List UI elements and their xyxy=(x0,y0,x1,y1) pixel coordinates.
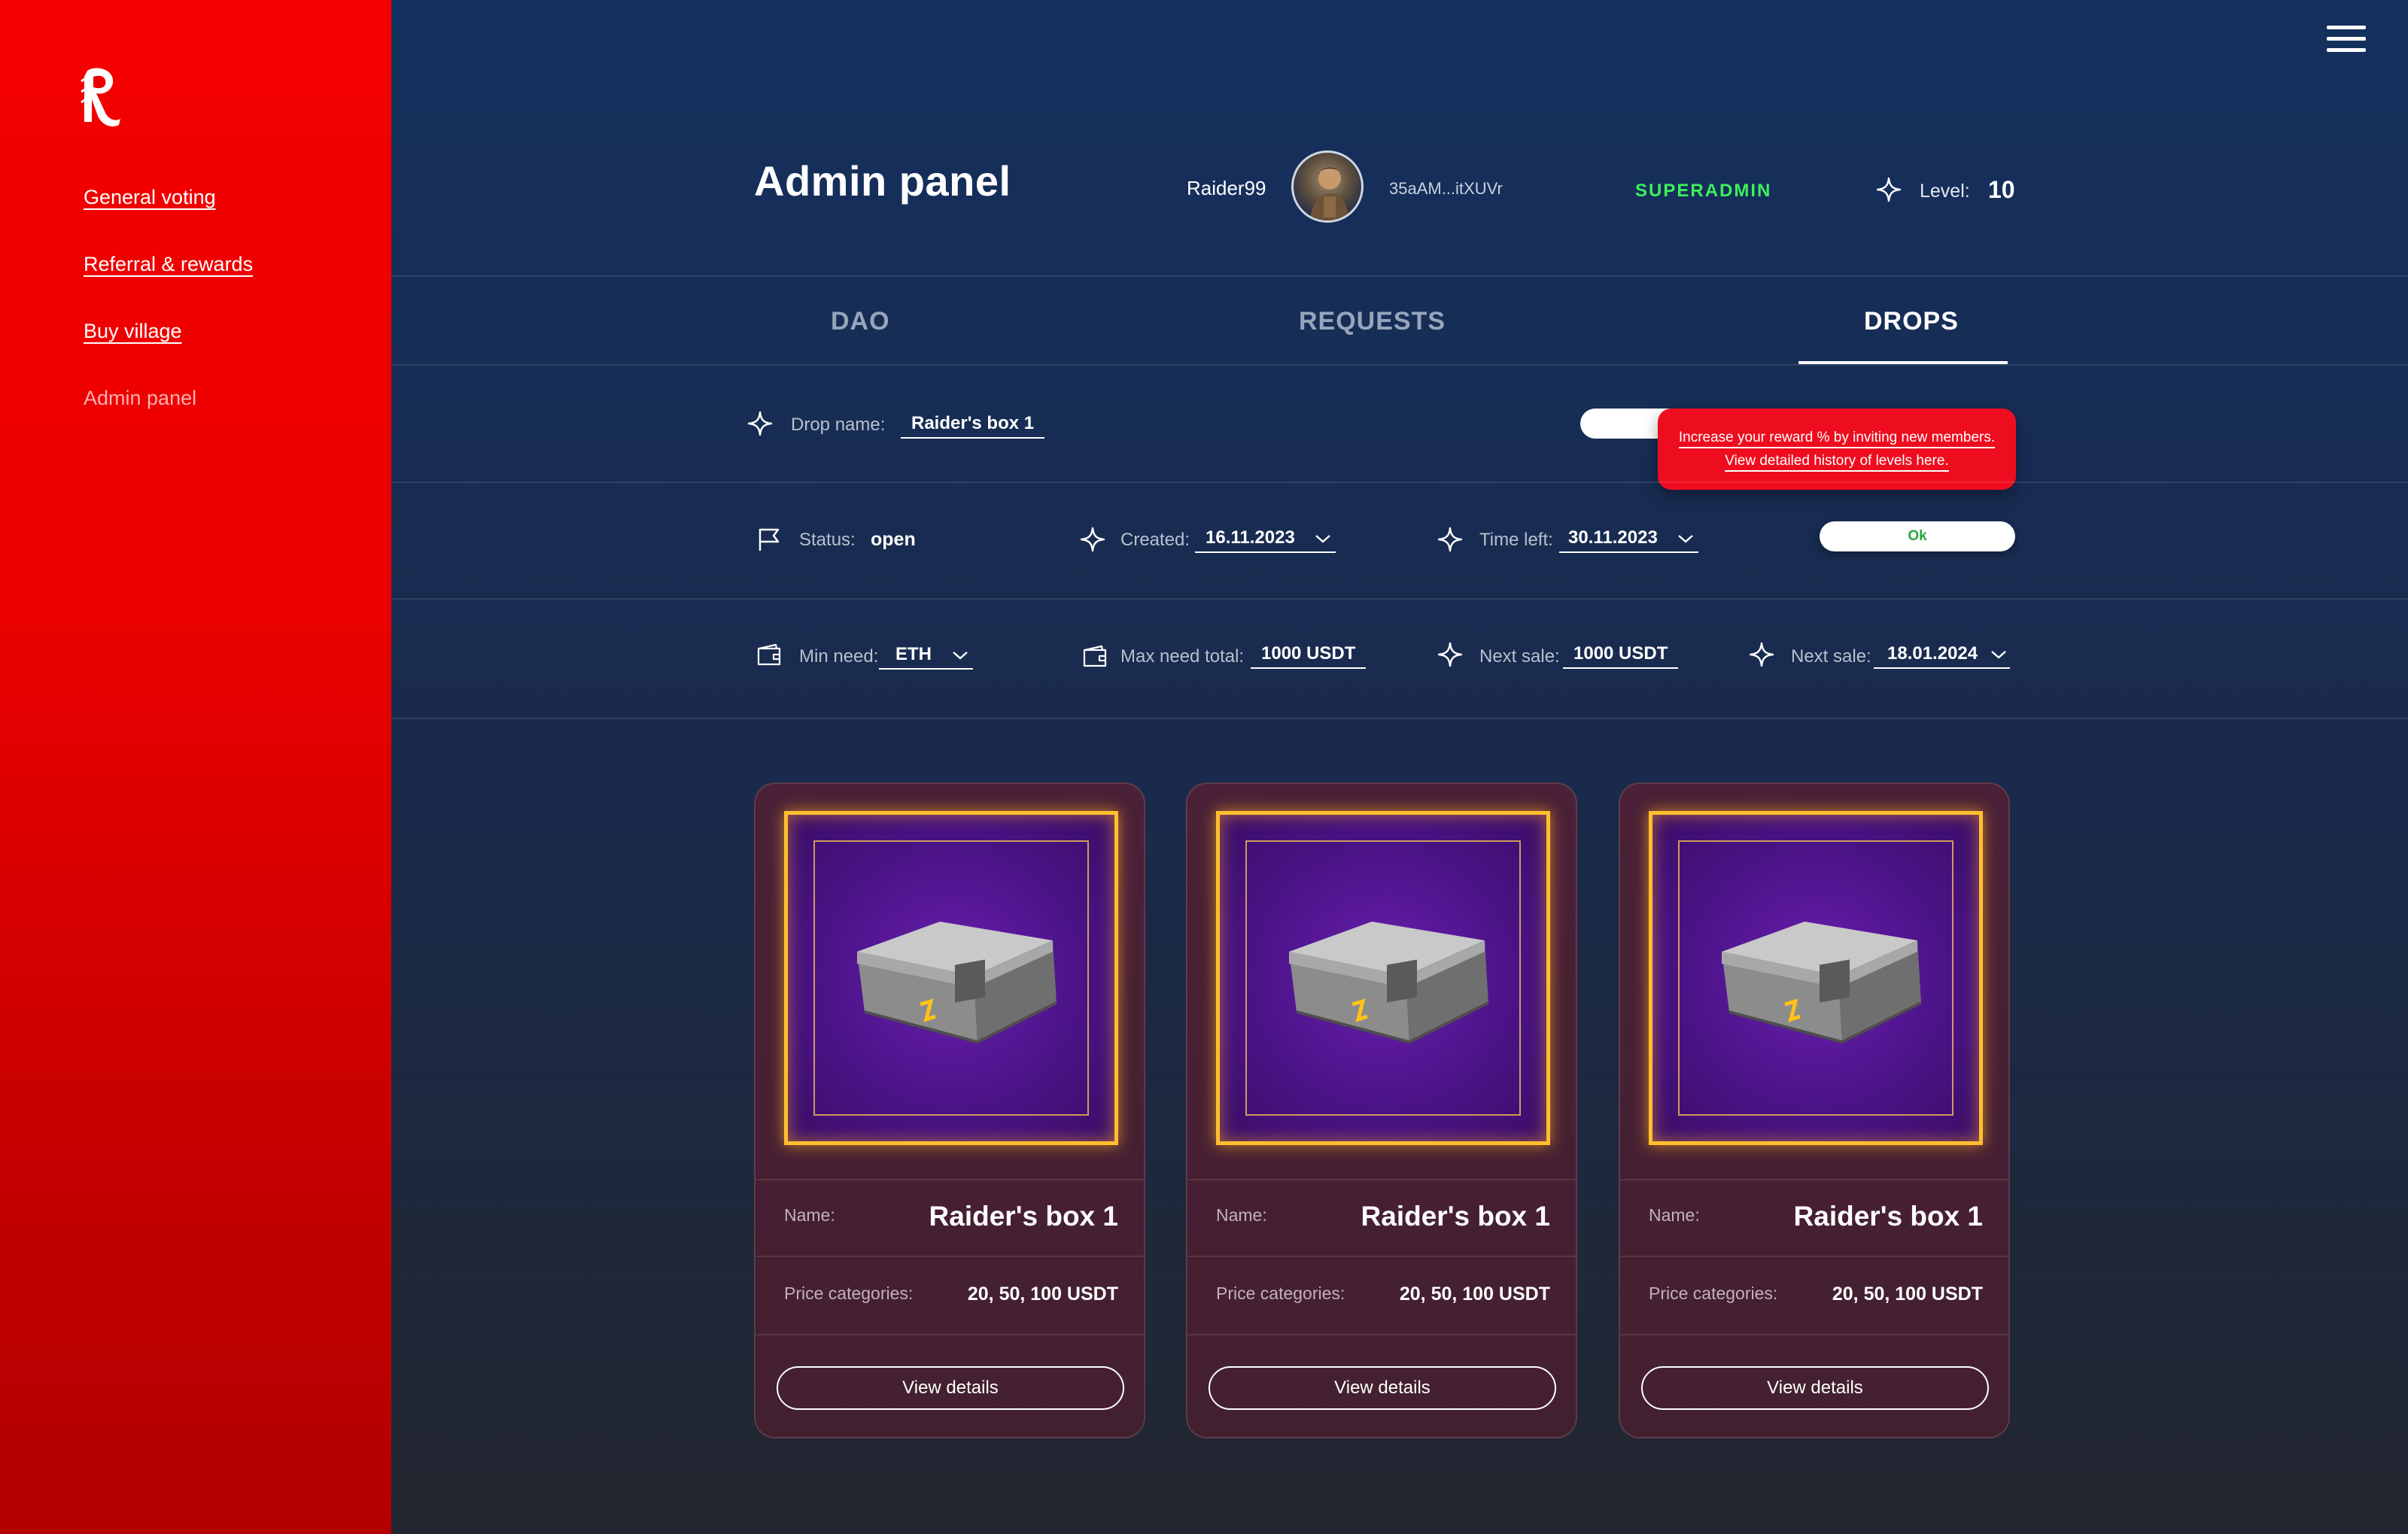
view-details-button[interactable]: View details xyxy=(1641,1366,1989,1410)
page-title: Admin panel xyxy=(754,157,1011,205)
divider xyxy=(391,598,2408,600)
divider xyxy=(756,1179,1144,1180)
tab-requests[interactable]: REQUESTS xyxy=(1299,307,1446,336)
drop-name-input[interactable]: Raider's box 1 xyxy=(901,413,1045,439)
level-value: 10 xyxy=(1988,176,2015,203)
next-sale-label: Next sale: xyxy=(1479,646,1560,667)
sparkle-icon xyxy=(1437,527,1463,552)
card-image-frame xyxy=(1649,811,1983,1145)
username: Raider99 xyxy=(1187,177,1266,199)
price-categories-value: 20, 50, 100 USDT xyxy=(1832,1283,1983,1305)
chevron-down-icon xyxy=(952,651,968,660)
divider xyxy=(1187,1179,1576,1180)
sparkle-icon xyxy=(1876,177,1902,202)
flag-icon xyxy=(759,528,780,551)
card-name: Raider's box 1 xyxy=(1361,1201,1550,1232)
card-name: Raider's box 1 xyxy=(1793,1201,1983,1232)
sidebar-item-admin-panel[interactable]: Admin panel xyxy=(84,387,196,410)
min-need-select[interactable]: ETH xyxy=(879,644,973,670)
next-sale-date-value: 18.01.2024 xyxy=(1887,643,1978,664)
tab-dao[interactable]: DAO xyxy=(831,307,890,336)
name-label: Name: xyxy=(1216,1205,1267,1225)
chevron-down-icon xyxy=(1678,534,1694,543)
divider xyxy=(1620,1179,2008,1180)
drop-name-label: Drop name: xyxy=(791,415,886,435)
tab-drops[interactable]: DROPS xyxy=(1864,307,1959,336)
divider xyxy=(756,1334,1144,1335)
price-categories-label: Price categories: xyxy=(1216,1283,1345,1303)
view-details-button[interactable]: View details xyxy=(1209,1366,1556,1410)
price-categories-value: 20, 50, 100 USDT xyxy=(967,1283,1118,1305)
drop-card: Name: Raider's box 1 Price categories: 2… xyxy=(754,782,1145,1438)
time-left-select[interactable]: 30.11.2023 xyxy=(1559,527,1699,553)
wallet-icon xyxy=(757,643,781,666)
hamburger-menu-icon[interactable] xyxy=(2327,26,2366,56)
time-left-label: Time left: xyxy=(1479,530,1553,550)
created-select[interactable]: 16.11.2023 xyxy=(1195,527,1336,553)
sparkle-icon xyxy=(747,411,773,436)
card-image-frame xyxy=(1216,811,1550,1145)
raider-logo-icon[interactable] xyxy=(80,66,122,128)
max-need-label: Max need total: xyxy=(1120,646,1245,667)
status-value: open xyxy=(871,529,916,550)
sidebar: General voting Referral & rewards Buy vi… xyxy=(0,0,391,1534)
divider xyxy=(391,718,2408,719)
created-label: Created: xyxy=(1120,530,1190,550)
sidebar-item-buy-village[interactable]: Buy village xyxy=(84,320,182,343)
divider xyxy=(391,275,2408,277)
divider xyxy=(1620,1334,2008,1335)
price-categories-label: Price categories: xyxy=(1649,1283,1778,1303)
level-label: Level: xyxy=(1920,181,1970,202)
created-value: 16.11.2023 xyxy=(1206,527,1295,548)
chest-icon xyxy=(1722,922,1922,1044)
time-left-value: 30.11.2023 xyxy=(1568,527,1658,548)
sparkle-icon xyxy=(1437,642,1463,667)
tooltip-link[interactable]: Increase your reward % by inviting new m… xyxy=(1678,430,1996,472)
next-sale-date-select[interactable]: 18.01.2024 xyxy=(1874,643,2010,669)
divider xyxy=(1187,1256,1576,1257)
chevron-down-icon xyxy=(1990,650,2006,659)
sidebar-item-general-voting[interactable]: General voting xyxy=(84,186,216,209)
chest-icon xyxy=(857,922,1057,1044)
card-name: Raider's box 1 xyxy=(929,1201,1118,1232)
card-image-frame xyxy=(784,811,1118,1145)
wallet-address[interactable]: 35aAM...itXUVr xyxy=(1389,179,1503,199)
min-need-label: Min need: xyxy=(799,646,879,667)
ok-button[interactable]: Ok xyxy=(1820,521,2015,551)
name-label: Name: xyxy=(1649,1205,1700,1225)
sparkle-icon xyxy=(1749,642,1774,667)
price-categories-label: Price categories: xyxy=(784,1283,914,1303)
divider xyxy=(1187,1334,1576,1335)
drop-card: Name: Raider's box 1 Price categories: 2… xyxy=(1186,782,1577,1438)
referral-tooltip[interactable]: Increase your reward % by inviting new m… xyxy=(1658,409,2016,490)
max-need-input[interactable]: 1000 USDT xyxy=(1251,643,1367,669)
avatar[interactable] xyxy=(1291,150,1364,223)
chevron-down-icon xyxy=(1315,534,1331,543)
divider xyxy=(1620,1256,2008,1257)
chest-icon xyxy=(1289,922,1489,1044)
sparkle-icon xyxy=(1080,527,1105,552)
divider xyxy=(756,1256,1144,1257)
status-label: Status: xyxy=(799,530,856,550)
min-need-value: ETH xyxy=(895,644,932,664)
role-badge: SUPERADMIN xyxy=(1635,181,1772,201)
drop-card: Name: Raider's box 1 Price categories: 2… xyxy=(1619,782,2010,1438)
next-sale-date-label: Next sale: xyxy=(1791,646,1871,667)
view-details-button[interactable]: View details xyxy=(777,1366,1124,1410)
sidebar-item-referral-rewards[interactable]: Referral & rewards xyxy=(84,253,253,276)
wallet-icon xyxy=(1083,645,1107,667)
divider xyxy=(391,481,2408,483)
name-label: Name: xyxy=(784,1205,835,1225)
price-categories-value: 20, 50, 100 USDT xyxy=(1399,1283,1550,1305)
divider xyxy=(391,364,2408,366)
next-sale-input[interactable]: 1000 USDT xyxy=(1563,643,1679,669)
